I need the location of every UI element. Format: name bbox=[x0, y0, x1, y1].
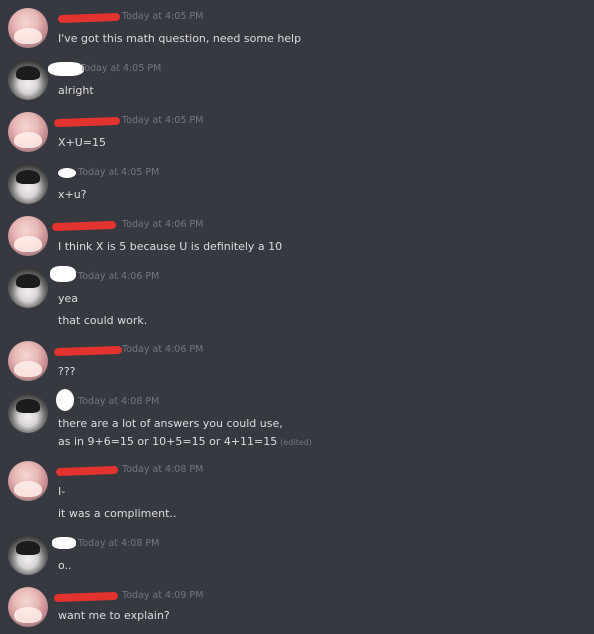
avatar[interactable] bbox=[8, 393, 48, 433]
avatar[interactable] bbox=[8, 535, 48, 575]
message-text: ??? bbox=[58, 365, 76, 378]
redacted-username[interactable] bbox=[57, 12, 121, 24]
message-text: as in 9+6=15 or 10+5=15 or 4+11=15 (edite… bbox=[58, 435, 312, 448]
timestamp: Today at 4:06 PM bbox=[122, 344, 204, 355]
redacted-username[interactable] bbox=[52, 537, 76, 549]
message-text: o.. bbox=[58, 559, 72, 572]
message-text: I've got this math question, need some h… bbox=[58, 32, 302, 45]
timestamp: Today at 4:08 PM bbox=[78, 538, 160, 549]
message-text: alright bbox=[58, 84, 94, 97]
avatar[interactable] bbox=[8, 112, 48, 152]
redacted-username[interactable] bbox=[51, 220, 117, 232]
redacted-username[interactable] bbox=[53, 116, 121, 128]
message-text: yea bbox=[58, 292, 79, 305]
timestamp: Today at 4:05 PM bbox=[122, 115, 204, 126]
chat-log: Today at 4:05 PM I've got this math ques… bbox=[0, 0, 594, 634]
redacted-username[interactable] bbox=[48, 62, 84, 76]
message-text: want me to explain? bbox=[58, 609, 170, 622]
timestamp: Today at 4:05 PM bbox=[122, 11, 204, 22]
timestamp: Today at 4:09 PM bbox=[122, 590, 204, 601]
avatar[interactable] bbox=[8, 60, 48, 100]
avatar[interactable] bbox=[8, 216, 48, 256]
message-text: I- bbox=[58, 485, 66, 498]
avatar[interactable] bbox=[8, 268, 48, 308]
timestamp: Today at 4:05 PM bbox=[80, 63, 162, 74]
avatar[interactable] bbox=[8, 341, 48, 381]
avatar[interactable] bbox=[8, 587, 48, 627]
message-text: it was a compliment.. bbox=[58, 507, 177, 520]
avatar[interactable] bbox=[8, 164, 48, 204]
redacted-username[interactable] bbox=[53, 345, 123, 357]
redacted-username[interactable] bbox=[56, 389, 74, 411]
timestamp: Today at 4:05 PM bbox=[78, 167, 160, 178]
message-text: x+u? bbox=[58, 188, 87, 201]
message-text: there are a lot of answers you could use… bbox=[58, 417, 283, 430]
message-text: X+U=15 bbox=[58, 136, 107, 149]
message-text: that could work. bbox=[58, 314, 148, 327]
avatar[interactable] bbox=[8, 8, 48, 48]
avatar[interactable] bbox=[8, 461, 48, 501]
redacted-username[interactable] bbox=[55, 465, 119, 477]
redacted-username[interactable] bbox=[53, 591, 119, 603]
timestamp: Today at 4:06 PM bbox=[122, 219, 204, 230]
timestamp: Today at 4:08 PM bbox=[78, 396, 160, 407]
edited-indicator: (edited) bbox=[280, 438, 312, 447]
redacted-username[interactable] bbox=[50, 266, 76, 282]
message-text: I think X is 5 because U is definitely a… bbox=[58, 240, 283, 253]
timestamp: Today at 4:06 PM bbox=[78, 271, 160, 282]
timestamp: Today at 4:08 PM bbox=[122, 464, 204, 475]
redacted-username[interactable] bbox=[58, 168, 76, 178]
